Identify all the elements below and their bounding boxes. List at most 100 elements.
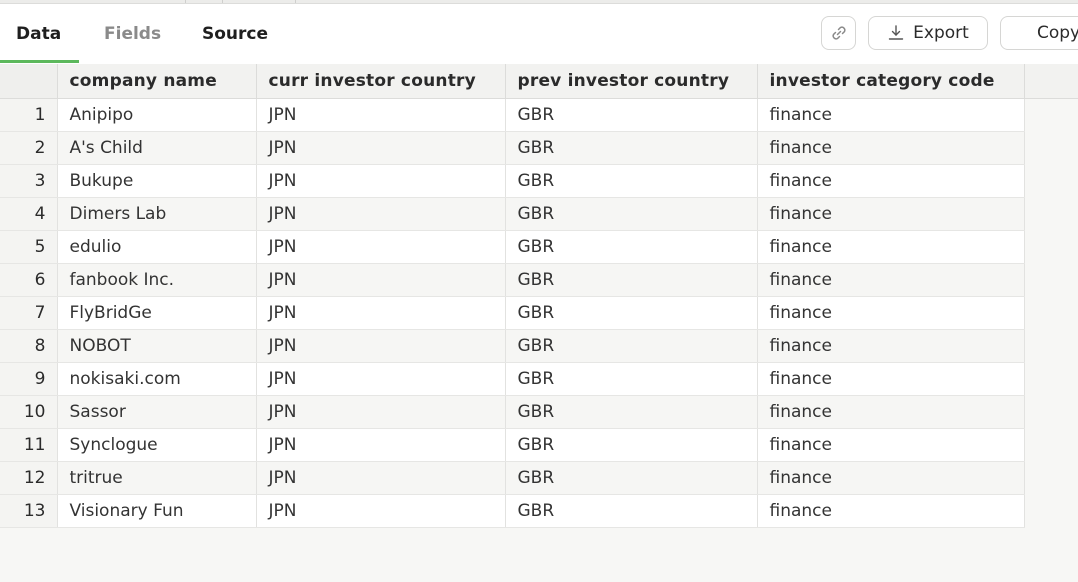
cell-prev-investor-country[interactable]: GBR: [505, 296, 758, 330]
row-number: 3: [0, 164, 58, 198]
cell-investor-category-code[interactable]: finance: [757, 395, 1025, 429]
table-row[interactable]: 10 Sassor JPN GBR finance: [0, 395, 1078, 429]
cell-curr-investor-country[interactable]: JPN: [256, 329, 506, 363]
cell-curr-investor-country[interactable]: JPN: [256, 395, 506, 429]
cell-investor-category-code[interactable]: finance: [757, 494, 1025, 528]
row-filler: [1024, 428, 1078, 461]
cell-curr-investor-country[interactable]: JPN: [256, 494, 506, 528]
tab-data[interactable]: Data: [16, 4, 61, 64]
cell-prev-investor-country[interactable]: GBR: [505, 461, 758, 495]
cell-company-name[interactable]: Synclogue: [57, 428, 257, 462]
row-number: 6: [0, 263, 58, 297]
column-header-curr-investor-country[interactable]: curr investor country: [256, 64, 506, 99]
tab-source[interactable]: Source: [202, 4, 268, 64]
cell-curr-investor-country[interactable]: JPN: [256, 164, 506, 198]
column-header-company-name[interactable]: company name: [57, 64, 257, 99]
table-row[interactable]: 9 nokisaki.com JPN GBR finance: [0, 362, 1078, 396]
row-filler: [1024, 395, 1078, 428]
row-number: 8: [0, 329, 58, 363]
table-row[interactable]: 8 NOBOT JPN GBR finance: [0, 329, 1078, 363]
column-header-prev-investor-country[interactable]: prev investor country: [505, 64, 758, 99]
row-filler: [1024, 296, 1078, 329]
column-header-investor-category-code[interactable]: investor category code: [757, 64, 1025, 99]
cell-curr-investor-country[interactable]: JPN: [256, 230, 506, 264]
cell-company-name[interactable]: A's Child: [57, 131, 257, 165]
cell-curr-investor-country[interactable]: JPN: [256, 296, 506, 330]
cell-curr-investor-country[interactable]: JPN: [256, 428, 506, 462]
cell-investor-category-code[interactable]: finance: [757, 461, 1025, 495]
cell-prev-investor-country[interactable]: GBR: [505, 263, 758, 297]
cell-investor-category-code[interactable]: finance: [757, 362, 1025, 396]
copy-button[interactable]: Copy: [1000, 16, 1078, 50]
cell-prev-investor-country[interactable]: GBR: [505, 362, 758, 396]
export-button[interactable]: Export: [868, 16, 988, 50]
cell-company-name[interactable]: edulio: [57, 230, 257, 264]
row-filler: [1024, 494, 1078, 527]
row-filler: [1024, 197, 1078, 230]
cell-company-name[interactable]: nokisaki.com: [57, 362, 257, 396]
cell-prev-investor-country[interactable]: GBR: [505, 428, 758, 462]
cell-curr-investor-country[interactable]: JPN: [256, 197, 506, 231]
table-row[interactable]: 1 Anipipo JPN GBR finance: [0, 98, 1078, 132]
active-tab-indicator: [0, 60, 79, 63]
tab-fields[interactable]: Fields: [104, 4, 161, 64]
row-number-header: [0, 64, 58, 99]
cell-prev-investor-country[interactable]: GBR: [505, 329, 758, 363]
table-row[interactable]: 3 Bukupe JPN GBR finance: [0, 164, 1078, 198]
download-icon: [887, 24, 905, 42]
cell-prev-investor-country[interactable]: GBR: [505, 230, 758, 264]
cell-investor-category-code[interactable]: finance: [757, 98, 1025, 132]
cell-investor-category-code[interactable]: finance: [757, 329, 1025, 363]
cell-investor-category-code[interactable]: finance: [757, 230, 1025, 264]
cell-prev-investor-country[interactable]: GBR: [505, 395, 758, 429]
cell-company-name[interactable]: FlyBridGe: [57, 296, 257, 330]
cell-curr-investor-country[interactable]: JPN: [256, 461, 506, 495]
cell-investor-category-code[interactable]: finance: [757, 296, 1025, 330]
cell-investor-category-code[interactable]: finance: [757, 164, 1025, 198]
data-table: company name curr investor country prev …: [0, 64, 1078, 528]
row-number: 12: [0, 461, 58, 495]
table-row[interactable]: 6 fanbook Inc. JPN GBR finance: [0, 263, 1078, 297]
table-row[interactable]: 5 edulio JPN GBR finance: [0, 230, 1078, 264]
cell-curr-investor-country[interactable]: JPN: [256, 362, 506, 396]
row-number: 5: [0, 230, 58, 264]
table-row[interactable]: 11 Synclogue JPN GBR finance: [0, 428, 1078, 462]
table-row[interactable]: 7 FlyBridGe JPN GBR finance: [0, 296, 1078, 330]
cell-company-name[interactable]: fanbook Inc.: [57, 263, 257, 297]
cell-company-name[interactable]: tritrue: [57, 461, 257, 495]
link-button[interactable]: [821, 16, 856, 50]
cell-company-name[interactable]: Visionary Fun: [57, 494, 257, 528]
cell-company-name[interactable]: Bukupe: [57, 164, 257, 198]
top-strip-divider: [222, 0, 223, 3]
cell-prev-investor-country[interactable]: GBR: [505, 494, 758, 528]
table-row[interactable]: 12 tritrue JPN GBR finance: [0, 461, 1078, 495]
cell-curr-investor-country[interactable]: JPN: [256, 98, 506, 132]
cell-company-name[interactable]: NOBOT: [57, 329, 257, 363]
table-row[interactable]: 13 Visionary Fun JPN GBR finance: [0, 494, 1078, 528]
cell-investor-category-code[interactable]: finance: [757, 197, 1025, 231]
cell-prev-investor-country[interactable]: GBR: [505, 164, 758, 198]
cell-prev-investor-country[interactable]: GBR: [505, 197, 758, 231]
export-label: Export: [913, 23, 969, 43]
row-number: 9: [0, 362, 58, 396]
cell-company-name[interactable]: Dimers Lab: [57, 197, 257, 231]
cell-curr-investor-country[interactable]: JPN: [256, 131, 506, 165]
cell-investor-category-code[interactable]: finance: [757, 131, 1025, 165]
cell-prev-investor-country[interactable]: GBR: [505, 131, 758, 165]
table-row[interactable]: 4 Dimers Lab JPN GBR finance: [0, 197, 1078, 231]
cell-investor-category-code[interactable]: finance: [757, 428, 1025, 462]
cell-investor-category-code[interactable]: finance: [757, 263, 1025, 297]
row-filler: [1024, 329, 1078, 362]
cell-company-name[interactable]: Sassor: [57, 395, 257, 429]
tab-bar: Data Fields Source Export Copy: [0, 4, 1078, 64]
row-number: 10: [0, 395, 58, 429]
cell-curr-investor-country[interactable]: JPN: [256, 263, 506, 297]
row-filler: [1024, 98, 1078, 131]
cell-company-name[interactable]: Anipipo: [57, 98, 257, 132]
cell-prev-investor-country[interactable]: GBR: [505, 98, 758, 132]
table-row[interactable]: 2 A's Child JPN GBR finance: [0, 131, 1078, 165]
header-filler: [1024, 64, 1078, 99]
row-filler: [1024, 131, 1078, 164]
row-filler: [1024, 461, 1078, 494]
link-icon: [829, 23, 849, 43]
